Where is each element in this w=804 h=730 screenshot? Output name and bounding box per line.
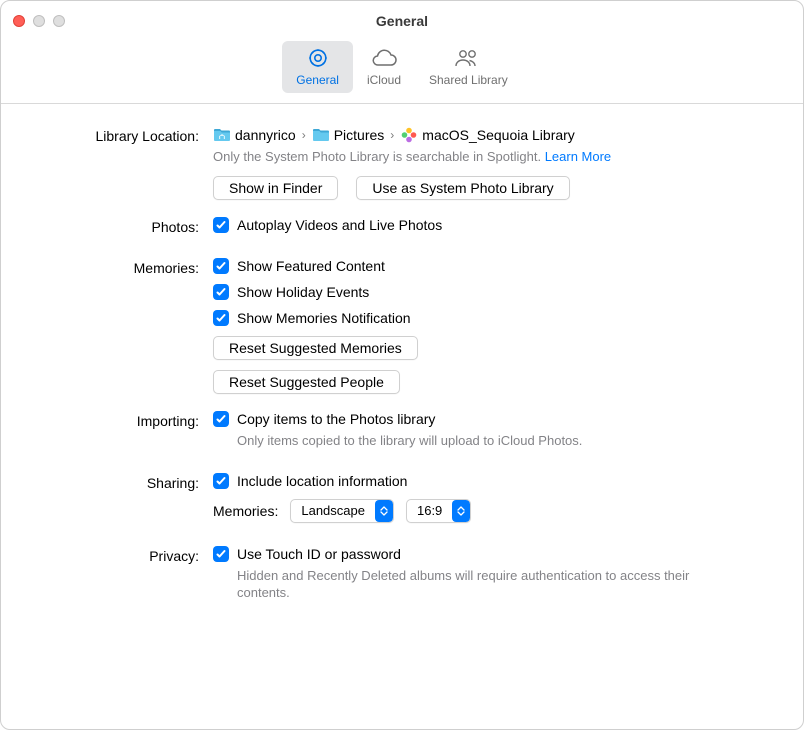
chevron-right-icon: › xyxy=(388,128,396,142)
show-featured-label: Show Featured Content xyxy=(237,258,385,274)
people-icon xyxy=(453,46,483,70)
content-area: Library Location: dannyrico › Pictures › xyxy=(1,104,803,631)
close-window-button[interactable] xyxy=(13,15,25,27)
chevron-right-icon: › xyxy=(300,128,308,142)
library-location-label: Library Location: xyxy=(39,126,199,144)
updown-chevron-icon xyxy=(452,500,470,522)
photos-library-icon xyxy=(400,126,418,144)
sharing-label: Sharing: xyxy=(39,473,199,491)
gear-icon xyxy=(306,46,330,70)
autoplay-label: Autoplay Videos and Live Photos xyxy=(237,217,442,233)
importing-label: Importing: xyxy=(39,411,199,429)
photos-label: Photos: xyxy=(39,217,199,235)
show-memories-notification-checkbox[interactable] xyxy=(213,310,229,326)
touchid-label: Use Touch ID or password xyxy=(237,546,401,562)
window-controls xyxy=(13,15,65,27)
library-path-breadcrumb: dannyrico › Pictures › macOS_Sequoia Lib… xyxy=(213,126,765,144)
include-location-checkbox[interactable] xyxy=(213,473,229,489)
tab-shared-library[interactable]: Shared Library xyxy=(415,41,522,93)
show-in-finder-button[interactable]: Show in Finder xyxy=(213,176,338,200)
orientation-value: Landscape xyxy=(291,503,375,518)
show-holiday-checkbox[interactable] xyxy=(213,284,229,300)
library-location-row: Library Location: dannyrico › Pictures › xyxy=(39,126,765,212)
show-featured-checkbox[interactable] xyxy=(213,258,229,274)
cloud-icon xyxy=(370,46,398,70)
aspect-ratio-value: 16:9 xyxy=(407,503,452,518)
learn-more-link[interactable]: Learn More xyxy=(545,149,611,164)
privacy-label: Privacy: xyxy=(39,546,199,564)
toolbar: General iCloud Shared Library xyxy=(1,41,803,104)
privacy-hint: Hidden and Recently Deleted albums will … xyxy=(237,567,717,602)
orientation-popup[interactable]: Landscape xyxy=(290,499,394,523)
tab-icloud-label: iCloud xyxy=(367,73,401,87)
updown-chevron-icon xyxy=(375,500,393,522)
tab-icloud[interactable]: iCloud xyxy=(353,41,415,93)
copy-items-checkbox[interactable] xyxy=(213,411,229,427)
minimize-window-button[interactable] xyxy=(33,15,45,27)
use-as-system-library-button[interactable]: Use as System Photo Library xyxy=(356,176,569,200)
home-folder-icon xyxy=(213,128,231,142)
window-title: General xyxy=(1,13,803,29)
breadcrumb-home[interactable]: dannyrico xyxy=(235,127,296,143)
autoplay-checkbox[interactable] xyxy=(213,217,229,233)
privacy-row: Privacy: Use Touch ID or password Hidden… xyxy=(39,546,765,602)
breadcrumb-pictures[interactable]: Pictures xyxy=(334,127,385,143)
show-memories-notification-label: Show Memories Notification xyxy=(237,310,411,326)
breadcrumb-library[interactable]: macOS_Sequoia Library xyxy=(422,127,575,143)
include-location-label: Include location information xyxy=(237,473,407,489)
photos-row: Photos: Autoplay Videos and Live Photos xyxy=(39,217,765,235)
tab-shared-library-label: Shared Library xyxy=(429,73,508,87)
touchid-checkbox[interactable] xyxy=(213,546,229,562)
titlebar: General xyxy=(1,1,803,41)
aspect-ratio-popup[interactable]: 16:9 xyxy=(406,499,471,523)
tab-general-label: General xyxy=(296,73,339,87)
sharing-memories-label: Memories: xyxy=(213,503,278,519)
copy-items-label: Copy items to the Photos library xyxy=(237,411,435,427)
show-holiday-label: Show Holiday Events xyxy=(237,284,369,300)
folder-icon xyxy=(312,128,330,142)
memories-label: Memories: xyxy=(39,258,199,276)
tab-general[interactable]: General xyxy=(282,41,353,93)
spotlight-hint: Only the System Photo Library is searcha… xyxy=(213,149,541,164)
importing-row: Importing: Copy items to the Photos libr… xyxy=(39,411,765,450)
sharing-row: Sharing: Include location information Me… xyxy=(39,473,765,523)
spotlight-hint-row: Only the System Photo Library is searcha… xyxy=(213,149,765,164)
fullscreen-window-button[interactable] xyxy=(53,15,65,27)
reset-suggested-memories-button[interactable]: Reset Suggested Memories xyxy=(213,336,418,360)
importing-hint: Only items copied to the library will up… xyxy=(237,432,765,450)
reset-suggested-people-button[interactable]: Reset Suggested People xyxy=(213,370,400,394)
memories-row: Memories: Show Featured Content Show Hol… xyxy=(39,258,765,394)
